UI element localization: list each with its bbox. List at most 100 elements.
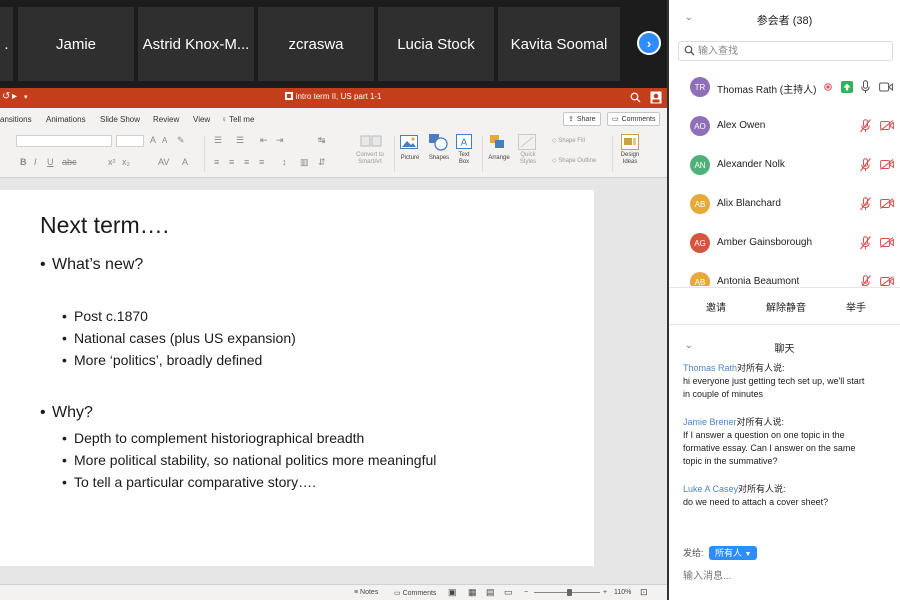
slideshow-view-icon[interactable]: ▭ bbox=[504, 587, 513, 598]
chat-title: 聊天 bbox=[774, 344, 795, 355]
align-text-icon[interactable]: ⇵ bbox=[318, 157, 326, 168]
participant-row[interactable]: AB Alix Blanchard bbox=[669, 185, 900, 224]
picture-icon[interactable] bbox=[400, 135, 418, 149]
superscript-icon[interactable]: x² bbox=[108, 157, 116, 167]
convert-to-smartart-icon[interactable] bbox=[360, 134, 382, 148]
participant-row[interactable]: TR Thomas Rath (主持人) bbox=[669, 68, 900, 107]
video-camera-icon[interactable] bbox=[879, 82, 893, 92]
comments-button[interactable]: ▭ Comments bbox=[607, 112, 661, 126]
text-direction-icon[interactable]: ↹ bbox=[318, 135, 326, 146]
unmute-all-button[interactable]: 解除静音 bbox=[751, 296, 821, 316]
video-tile[interactable]: Kavita Soomal bbox=[498, 7, 620, 81]
microphone-icon[interactable] bbox=[861, 80, 870, 94]
participant-row[interactable]: AN Alexander Nolk bbox=[669, 146, 900, 185]
character-spacing-icon[interactable]: AV bbox=[158, 157, 169, 167]
participant-search[interactable] bbox=[678, 41, 893, 61]
clear-formatting-icon[interactable]: ✎ bbox=[177, 135, 185, 146]
video-off-icon[interactable] bbox=[880, 159, 894, 170]
zoom-in-icon[interactable]: + bbox=[603, 589, 607, 596]
chat-message-line: do we need to attach a cover sheet? bbox=[683, 497, 829, 507]
quick-styles-icon[interactable] bbox=[518, 134, 536, 150]
tab-animations[interactable]: Animations bbox=[46, 115, 86, 124]
next-video-page-button[interactable]: › bbox=[637, 31, 661, 55]
text-box-icon[interactable]: A bbox=[456, 134, 472, 149]
tab-slide-show[interactable]: Slide Show bbox=[100, 115, 140, 124]
comments-status-button[interactable]: ▭ Comments bbox=[394, 589, 436, 597]
chat-sender[interactable]: Luke A Casey bbox=[683, 484, 738, 494]
chat-recipient-text: 对所有人说: bbox=[736, 417, 785, 427]
decrease-indent-icon[interactable]: ⇤ bbox=[260, 135, 268, 146]
microphone-muted-icon[interactable] bbox=[860, 197, 871, 211]
fit-slide-icon[interactable]: ⊡ bbox=[640, 587, 648, 598]
font-name-dropdown[interactable] bbox=[16, 135, 112, 147]
increase-indent-icon[interactable]: ⇥ bbox=[276, 135, 284, 146]
shape-outline-label[interactable]: ◇ Shape Outline bbox=[552, 158, 596, 165]
zoom-out-icon[interactable]: − bbox=[524, 589, 528, 596]
columns-icon[interactable]: ▥ bbox=[300, 157, 309, 168]
decrease-font-size-icon[interactable]: A bbox=[162, 136, 167, 145]
font-size-dropdown[interactable] bbox=[116, 135, 144, 147]
normal-view-icon[interactable]: ▣ bbox=[448, 587, 457, 598]
video-tile[interactable]: zcraswa bbox=[258, 7, 374, 81]
slide[interactable]: Next term…. • What’s new? • Post c.1870 • N… bbox=[0, 190, 594, 566]
line-spacing-icon[interactable]: ↕ bbox=[282, 157, 287, 167]
video-tile[interactable]: . bbox=[0, 7, 13, 81]
chat-message-input[interactable] bbox=[683, 568, 888, 584]
video-off-icon[interactable] bbox=[880, 237, 894, 248]
ribbon-separator bbox=[482, 136, 483, 172]
chat-sender[interactable]: Jamie Brener bbox=[683, 417, 737, 427]
video-tile[interactable]: Astrid Knox-M... bbox=[138, 7, 254, 81]
video-off-icon[interactable] bbox=[880, 120, 894, 131]
participant-name: Antonia Beaumont bbox=[717, 276, 800, 286]
microphone-muted-icon[interactable] bbox=[860, 275, 871, 286]
microphone-muted-icon[interactable] bbox=[860, 158, 871, 172]
chat-header: ⌄ 聊天 bbox=[669, 336, 900, 356]
tab-view[interactable]: View bbox=[193, 115, 210, 124]
account-icon[interactable] bbox=[650, 91, 662, 104]
participant-row[interactable]: AO Alex Owen bbox=[669, 107, 900, 146]
italic-icon[interactable]: I bbox=[34, 157, 37, 167]
strikethrough-icon[interactable]: abc bbox=[62, 157, 77, 167]
video-off-icon[interactable] bbox=[880, 198, 894, 209]
arrange-icon[interactable] bbox=[489, 134, 507, 150]
reading-view-icon[interactable]: ▤ bbox=[486, 587, 495, 598]
zoom-slider-handle[interactable] bbox=[567, 589, 572, 596]
justify-icon[interactable]: ≡ bbox=[259, 157, 264, 167]
search-icon[interactable] bbox=[630, 92, 641, 103]
search-input[interactable] bbox=[698, 45, 888, 58]
align-right-icon[interactable]: ≡ bbox=[244, 157, 249, 167]
chat-message-header: Jamie Brener对所有人说: bbox=[683, 416, 893, 429]
font-color-icon[interactable]: A bbox=[182, 157, 188, 167]
video-off-icon[interactable] bbox=[880, 276, 894, 286]
participant-row[interactable]: AB Antonia Beaumont bbox=[669, 263, 900, 286]
chat-sender[interactable]: Thomas Rath bbox=[683, 363, 737, 373]
video-tile[interactable]: Lucia Stock bbox=[378, 7, 494, 81]
raise-hand-button[interactable]: 举手 bbox=[821, 296, 891, 316]
zoom-level[interactable]: 110% bbox=[614, 589, 631, 596]
shapes-icon[interactable] bbox=[428, 133, 448, 151]
microphone-muted-icon[interactable] bbox=[860, 236, 871, 250]
tab-transitions[interactable]: ansitions bbox=[0, 115, 32, 124]
share-button[interactable]: ⇪ Share bbox=[563, 112, 601, 126]
underline-icon[interactable]: U bbox=[47, 157, 54, 167]
microphone-muted-icon[interactable] bbox=[860, 119, 871, 133]
slide-sorter-icon[interactable]: ▦ bbox=[468, 587, 477, 598]
increase-font-size-icon[interactable]: A bbox=[150, 135, 156, 145]
tell-me-search[interactable]: ♀ Tell me bbox=[221, 115, 254, 124]
recipient-dropdown[interactable]: 所有人 ▼ bbox=[709, 546, 758, 560]
align-left-icon[interactable]: ≡ bbox=[214, 157, 219, 167]
bullets-icon[interactable]: ☰ bbox=[214, 135, 222, 146]
subscript-icon[interactable]: x₂ bbox=[122, 157, 130, 167]
invite-button[interactable]: 邀请 bbox=[681, 296, 751, 316]
ribbon-separator bbox=[612, 136, 613, 172]
participant-row[interactable]: AG Amber Gainsborough bbox=[669, 224, 900, 263]
zoom-slider[interactable] bbox=[534, 589, 600, 596]
notes-button[interactable]: ≡ Notes bbox=[354, 589, 378, 596]
tab-review[interactable]: Review bbox=[153, 115, 179, 124]
numbering-icon[interactable]: ☰ bbox=[236, 135, 244, 146]
shape-fill-label[interactable]: ◇ Shape Fill bbox=[552, 138, 585, 145]
design-ideas-icon[interactable] bbox=[621, 134, 639, 150]
bold-icon[interactable]: B bbox=[20, 157, 27, 167]
video-tile[interactable]: Jamie bbox=[18, 7, 134, 81]
align-center-icon[interactable]: ≡ bbox=[229, 157, 234, 167]
